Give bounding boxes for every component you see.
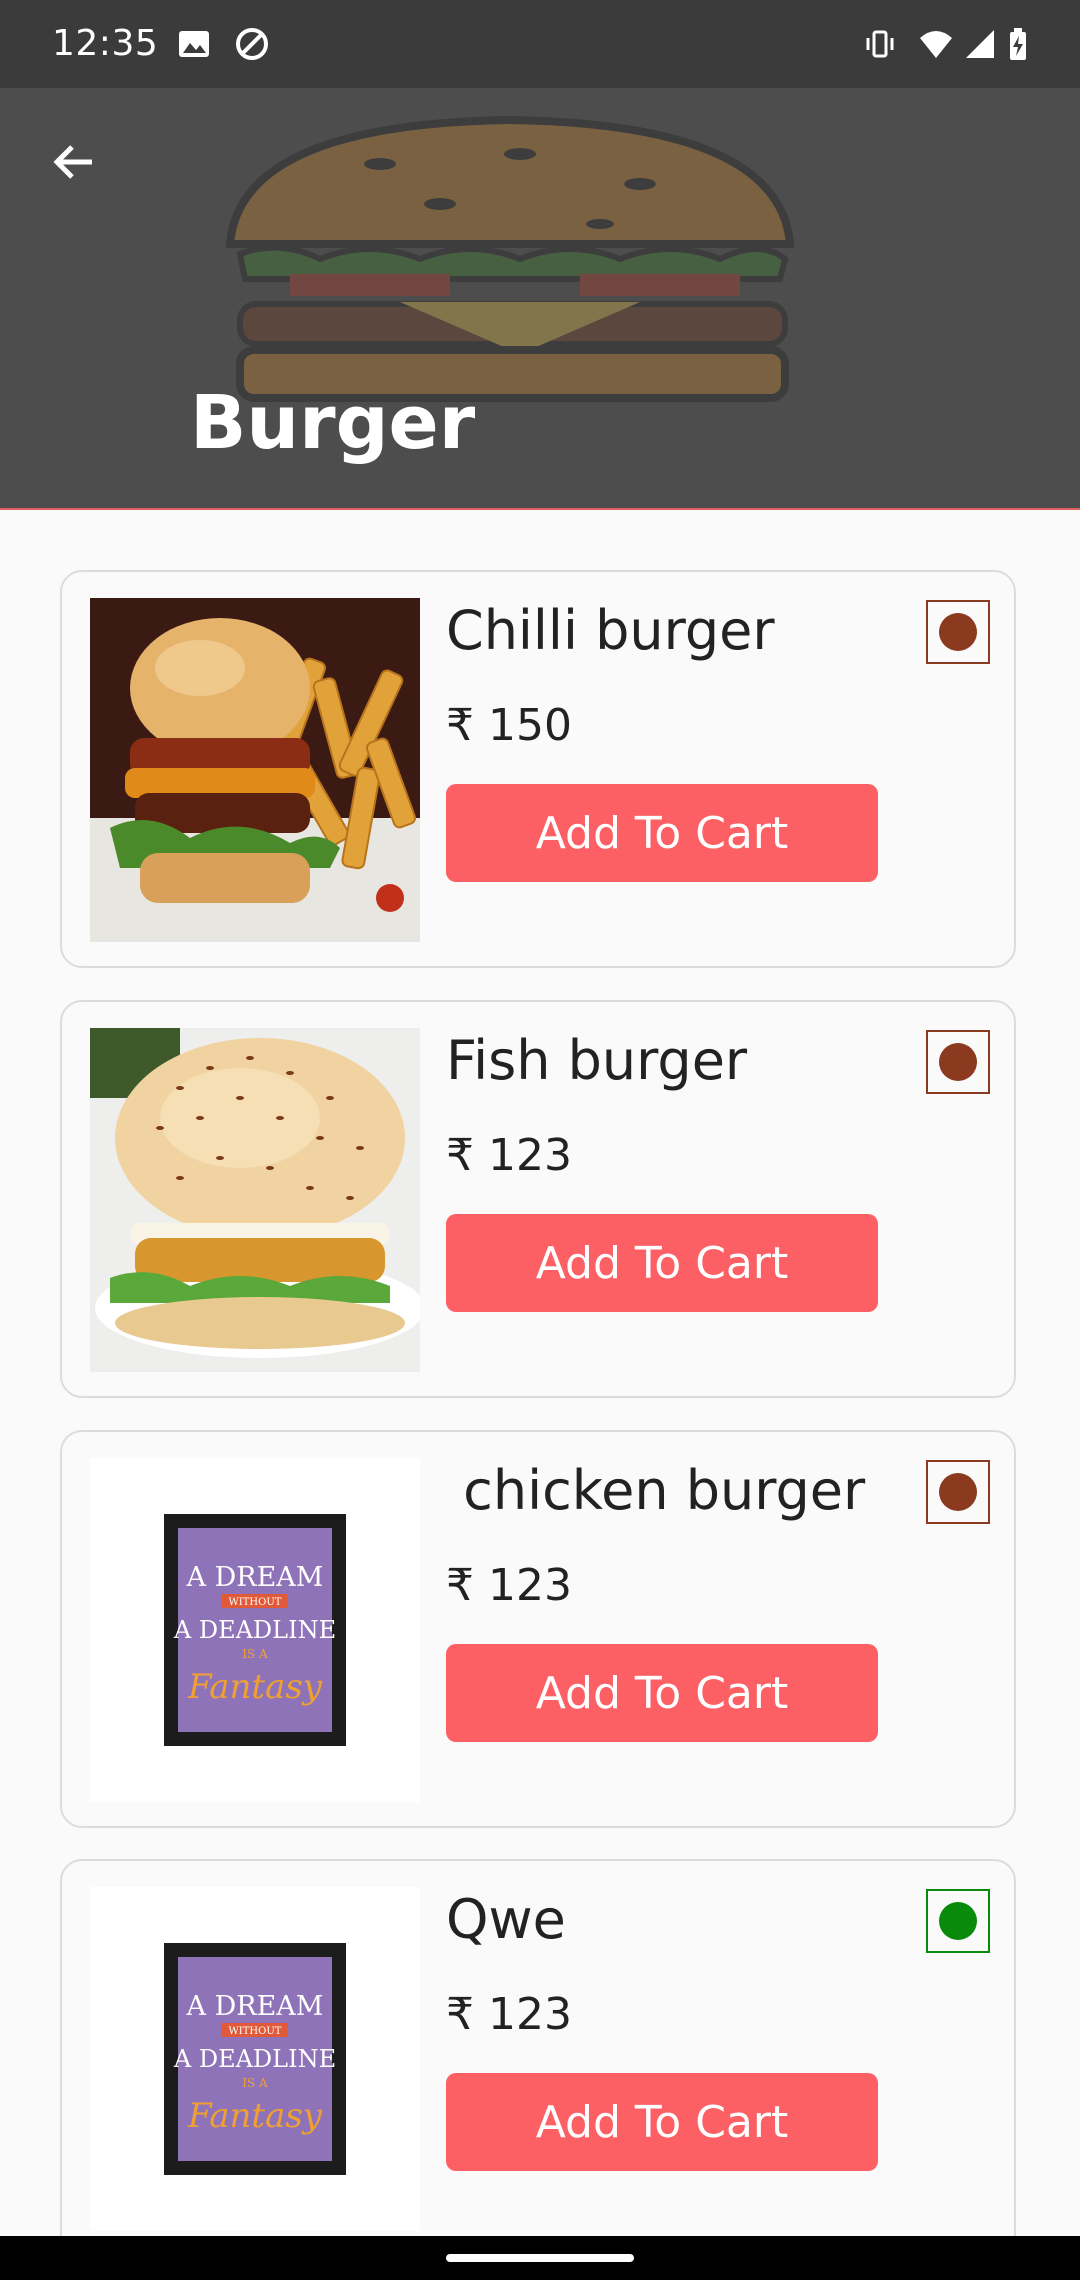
add-to-cart-button[interactable]: Add To Cart [446, 1214, 878, 1312]
quote-poster: A DREAM WITHOUT A DEADLINE IS A Fantasy [90, 1458, 420, 1802]
battery-charging-icon [1010, 28, 1026, 60]
category-header: Burger [0, 88, 1080, 510]
burger-illustration [225, 115, 795, 402]
poster-line: IS A [242, 1647, 268, 1661]
home-gesture-handle[interactable] [446, 2254, 634, 2262]
status-bar: 12:35 [0, 0, 1080, 88]
product-image [90, 598, 420, 942]
product-price: ₹ 123 [446, 1560, 572, 1611]
back-button[interactable] [36, 124, 112, 200]
wifi-icon [920, 31, 952, 58]
poster-line: WITHOUT [229, 2026, 282, 2037]
product-card[interactable]: Chilli burger ₹ 150 Add To Cart [60, 570, 1016, 968]
product-name: Fish burger [446, 1029, 748, 1092]
product-image: A DREAM WITHOUT A DEADLINE IS A Fantasy [90, 1887, 420, 2231]
at-sign-icon [236, 28, 268, 60]
add-to-cart-button[interactable]: Add To Cart [446, 2073, 878, 2171]
add-to-cart-button[interactable]: Add To Cart [446, 1644, 878, 1742]
poster-line: A DREAM [186, 1991, 324, 2022]
product-image [90, 1028, 420, 1372]
add-to-cart-button[interactable]: Add To Cart [446, 784, 878, 882]
screen: 12:35 Burger Chilli burger ₹ 150 Add To … [0, 0, 1080, 2280]
image-icon [179, 31, 209, 57]
poster-line: A DREAM [186, 1562, 324, 1593]
non-veg-indicator-icon [926, 1030, 990, 1094]
chilli-burger-photo [90, 598, 420, 942]
product-image: A DREAM WITHOUT A DEADLINE IS A Fantasy [90, 1458, 420, 1802]
non-veg-indicator-icon [926, 600, 990, 664]
poster-line: WITHOUT [229, 1597, 282, 1608]
poster-line: Fantasy [187, 2096, 323, 2136]
veg-indicator-icon [926, 1889, 990, 1953]
poster-line: IS A [242, 2076, 268, 2090]
status-time: 12:35 [52, 23, 159, 64]
arrow-left-icon [53, 145, 92, 179]
poster-line: A DEADLINE [173, 2045, 336, 2073]
fish-burger-photo [90, 1028, 420, 1372]
product-price: ₹ 123 [446, 1989, 572, 2040]
navigation-bar [0, 2236, 1080, 2280]
non-veg-indicator-icon [926, 1460, 990, 1524]
product-name: Chilli burger [446, 599, 775, 662]
product-card[interactable]: Fish burger ₹ 123 Add To Cart [60, 1000, 1016, 1398]
product-price: ₹ 150 [446, 700, 572, 751]
poster-line: A DEADLINE [173, 1616, 336, 1644]
poster-line: Fantasy [187, 1667, 323, 1707]
page-title: Burger [190, 380, 476, 466]
product-name: chicken burger [446, 1459, 866, 1522]
signal-icon [966, 30, 994, 58]
vibrate-icon [866, 30, 894, 58]
product-card[interactable]: A DREAM WITHOUT A DEADLINE IS A Fantasy … [60, 1859, 1016, 2257]
quote-poster: A DREAM WITHOUT A DEADLINE IS A Fantasy [90, 1887, 420, 2231]
product-price: ₹ 123 [446, 1130, 572, 1181]
product-name: Qwe [446, 1888, 566, 1951]
product-card[interactable]: A DREAM WITHOUT A DEADLINE IS A Fantasy … [60, 1430, 1016, 1828]
